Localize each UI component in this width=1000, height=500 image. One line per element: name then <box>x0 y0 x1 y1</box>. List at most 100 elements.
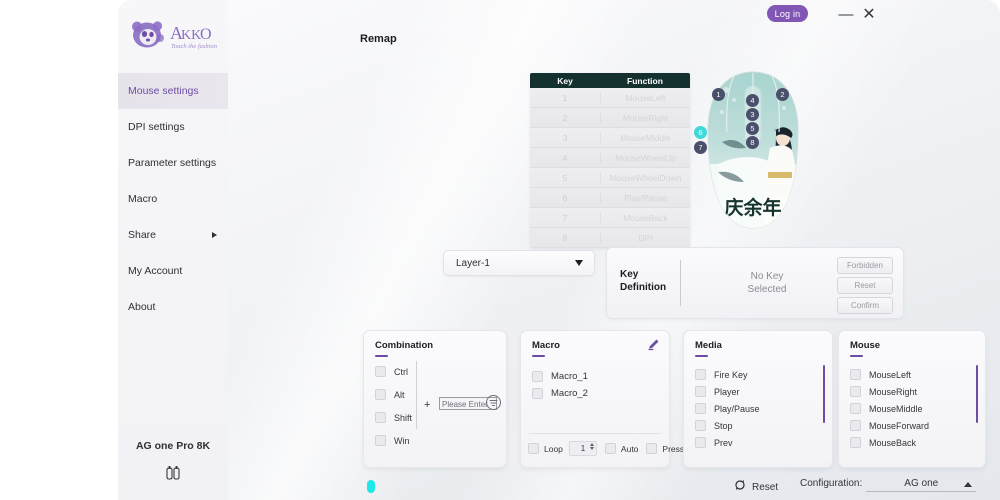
key-function-table: Key Function 1 MouseLeft 2 MouseRight 3 … <box>530 73 690 248</box>
checkbox[interactable] <box>850 437 861 448</box>
table-cell-key: 8 <box>530 233 601 243</box>
macro-item-2[interactable]: Macro_2 <box>532 388 588 399</box>
reset-button[interactable]: Reset <box>734 478 778 496</box>
callout-2[interactable]: 2 <box>776 88 789 101</box>
checkbox[interactable] <box>375 412 386 423</box>
table-row[interactable]: 6 Play/Pause <box>530 188 690 208</box>
sidebar-item-share[interactable]: Share <box>118 217 228 253</box>
mouse-item-mousemiddle[interactable]: MouseMiddle <box>850 403 923 414</box>
media-item-prev[interactable]: Prev <box>695 437 733 448</box>
mouse-item-mouseleft[interactable]: MouseLeft <box>850 369 911 380</box>
sidebar-item-label: About <box>128 301 155 313</box>
forbidden-button[interactable]: Forbidden <box>837 257 893 274</box>
combination-card: Combination Ctrl Alt Shift Win + Please … <box>363 330 507 468</box>
sidebar-item-label: Parameter settings <box>128 157 216 169</box>
media-item-play-pause[interactable]: Play/Pause <box>695 403 760 414</box>
media-scrollbar[interactable] <box>823 365 825 423</box>
table-row[interactable]: 7 MouseBack <box>530 208 690 228</box>
callout-1[interactable]: 1 <box>712 88 725 101</box>
combination-checkbox-ctrl[interactable]: Ctrl <box>375 366 408 377</box>
record-key-icon[interactable] <box>485 394 502 411</box>
checkbox[interactable] <box>850 403 861 414</box>
macro-title: Macro <box>532 340 560 351</box>
checkbox[interactable] <box>695 386 706 397</box>
combination-checkbox-shift[interactable]: Shift <box>375 412 412 423</box>
media-item-player[interactable]: Player <box>695 386 740 397</box>
stepper-up-icon[interactable] <box>590 443 594 446</box>
checkbox[interactable] <box>850 420 861 431</box>
confirm-button[interactable]: Confirm <box>837 297 893 314</box>
mouse-item-mouseright[interactable]: MouseRight <box>850 386 917 397</box>
layer-select[interactable]: Layer-1 <box>443 250 595 276</box>
table-header-function: Function <box>600 73 690 88</box>
checkbox-label: Ctrl <box>394 367 408 377</box>
configuration-value[interactable]: AG one <box>866 478 976 492</box>
stepper-down-icon[interactable] <box>590 447 594 450</box>
loop-checkbox[interactable] <box>528 443 539 454</box>
checkbox[interactable] <box>375 389 386 400</box>
key-definition-title: Key Definition <box>620 268 666 294</box>
mouse-item-mouseforward[interactable]: MouseForward <box>850 420 929 431</box>
refresh-icon <box>734 478 746 496</box>
callout-5[interactable]: 5 <box>746 122 759 135</box>
checkbox-label: Shift <box>394 413 412 423</box>
sidebar-item-dpi-settings[interactable]: DPI settings <box>118 109 228 145</box>
combination-checkbox-win[interactable]: Win <box>375 435 410 446</box>
sidebar-item-macro[interactable]: Macro <box>118 181 228 217</box>
sidebar-item-my-account[interactable]: My Account <box>118 253 228 289</box>
key-definition-status: No Key Selected <box>712 270 822 296</box>
callout-4[interactable]: 4 <box>746 94 759 107</box>
checkbox-label: Alt <box>394 390 405 400</box>
mouse-scrollbar[interactable] <box>976 365 978 423</box>
checkbox[interactable] <box>695 403 706 414</box>
checkbox[interactable] <box>850 369 861 380</box>
divider <box>529 433 661 434</box>
table-cell-function: DPI <box>601 233 690 243</box>
mouse-item-label: MouseBack <box>869 438 916 448</box>
table-cell-key: 2 <box>530 113 601 123</box>
checkbox[interactable] <box>375 435 386 446</box>
checkbox[interactable] <box>695 369 706 380</box>
checkbox[interactable] <box>695 437 706 448</box>
mouse-card-title: Mouse <box>850 340 880 351</box>
pencil-edit-icon[interactable] <box>647 338 660 351</box>
login-button[interactable]: Log in <box>767 5 808 22</box>
callout-6[interactable]: 6 <box>694 126 707 139</box>
table-row[interactable]: 1 MouseLeft <box>530 88 690 108</box>
callout-3[interactable]: 3 <box>746 108 759 121</box>
usb-dongle-icon <box>118 466 228 481</box>
table-row[interactable]: 2 MouseRight <box>530 108 690 128</box>
media-item-fire-key[interactable]: Fire Key <box>695 369 748 380</box>
sidebar: A KK O Touch the fashion Mouse settings … <box>118 0 228 500</box>
callout-8[interactable]: 8 <box>746 136 759 149</box>
close-button[interactable]: ✕ <box>858 3 880 25</box>
table-cell-function: Play/Pause <box>601 193 690 203</box>
sidebar-item-parameter-settings[interactable]: Parameter settings <box>118 145 228 181</box>
table-row[interactable]: 4 MouseWheelUp <box>530 148 690 168</box>
checkbox[interactable] <box>850 386 861 397</box>
minimize-button[interactable]: — <box>835 3 857 25</box>
mouse-item-mouseback[interactable]: MouseBack <box>850 437 916 448</box>
press-label: Press <box>662 444 684 454</box>
reset-label: Reset <box>752 482 778 493</box>
sidebar-item-label: DPI settings <box>128 121 185 133</box>
macro-item-1[interactable]: Macro_1 <box>532 371 588 382</box>
press-checkbox[interactable] <box>646 443 657 454</box>
sidebar-item-mouse-settings[interactable]: Mouse settings <box>118 73 228 109</box>
checkbox[interactable] <box>695 420 706 431</box>
checkbox[interactable] <box>532 371 543 382</box>
checkbox[interactable] <box>532 388 543 399</box>
media-item-stop[interactable]: Stop <box>695 420 733 431</box>
reset-definition-button[interactable]: Reset <box>837 277 893 294</box>
table-row[interactable]: 8 DPI <box>530 228 690 248</box>
loop-count-stepper[interactable]: 1 <box>569 441 597 456</box>
table-row[interactable]: 5 MouseWheelDown <box>530 168 690 188</box>
sidebar-item-label: Mouse settings <box>128 85 199 97</box>
table-row[interactable]: 3 MouseMiddle <box>530 128 690 148</box>
auto-checkbox[interactable] <box>605 443 616 454</box>
combination-checkbox-alt[interactable]: Alt <box>375 389 405 400</box>
checkbox[interactable] <box>375 366 386 377</box>
sidebar-item-about[interactable]: About <box>118 289 228 325</box>
callout-7[interactable]: 7 <box>694 141 707 154</box>
svg-text:Touch the fashion: Touch the fashion <box>171 43 217 50</box>
